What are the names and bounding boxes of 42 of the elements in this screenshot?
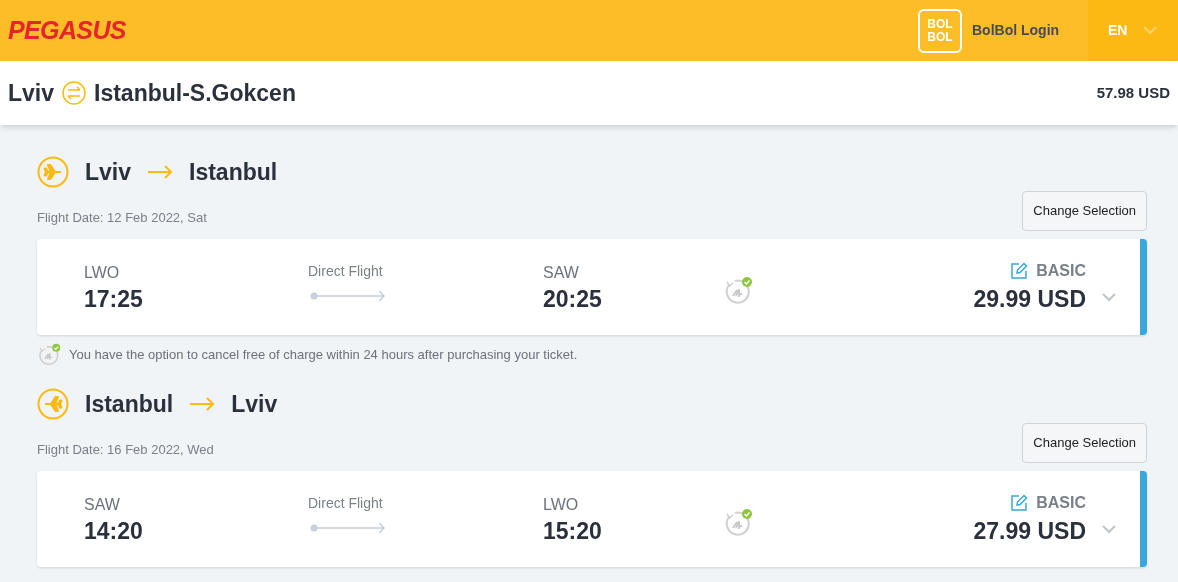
airplane-icon	[37, 388, 69, 420]
cancellation-note: You have the option to cancel free of charge within 24 hours after purchasing your ticket.	[69, 346, 578, 365]
edit-icon	[1010, 494, 1029, 512]
flight-date: Flight Date: 12 Feb 2022, Sat	[37, 208, 207, 227]
flight-card[interactable]: SAW 14:20 Direct Flight LWO 15:20 BASIC 27.99 USD	[37, 471, 1147, 567]
departure-time: 17:25	[84, 285, 144, 313]
origin-city: Lviv	[85, 157, 132, 187]
arrival-time: 20:25	[543, 285, 603, 313]
fare-price: 27.99 USD	[973, 517, 1086, 546]
change-selection-button[interactable]: Change Selection	[1022, 191, 1147, 231]
arrival-airport-code: LWO	[543, 495, 580, 515]
route-destination: Istanbul-S.Gokcen	[94, 78, 296, 108]
fare-price: 29.99 USD	[973, 285, 1086, 314]
flight-date: Flight Date: 16 Feb 2022, Wed	[37, 440, 214, 459]
departure-airport-code: SAW	[84, 495, 121, 515]
destination-city: Istanbul	[189, 157, 278, 187]
stop-label: Direct Flight	[308, 261, 384, 281]
swap-icon	[62, 81, 87, 105]
departure-time: 14:20	[84, 517, 144, 545]
arrival-time: 15:20	[543, 517, 603, 545]
arrow-right-icon	[189, 397, 216, 411]
origin-city: Istanbul	[85, 389, 174, 419]
chevron-down-icon[interactable]	[1102, 524, 1116, 534]
fare-class: BASIC	[1036, 261, 1086, 281]
arrival-airport-code: SAW	[543, 263, 580, 283]
edit-icon	[1010, 262, 1029, 280]
total-price: 57.98 USD	[1096, 82, 1170, 103]
route-line-icon	[310, 289, 386, 302]
destination-city: Lviv	[231, 389, 278, 419]
arrow-right-icon	[147, 165, 174, 179]
login-link[interactable]: BolBol Login	[972, 20, 1088, 41]
stop-label: Direct Flight	[308, 493, 384, 513]
departure-airport-code: LWO	[84, 263, 121, 283]
chevron-down-icon[interactable]	[1102, 292, 1116, 302]
route-line-icon	[310, 521, 386, 534]
fare-class: BASIC	[1036, 493, 1086, 513]
route-origin: Lviv	[8, 78, 55, 108]
airplane-icon	[37, 156, 69, 188]
change-selection-button[interactable]: Change Selection	[1022, 423, 1147, 463]
chevron-down-icon	[1143, 26, 1158, 35]
flight-card[interactable]: LWO 17:25 Direct Flight SAW 20:25 BASIC 29.99 USD	[37, 239, 1147, 335]
bolbol-logo: BOL BOL	[918, 8, 962, 53]
